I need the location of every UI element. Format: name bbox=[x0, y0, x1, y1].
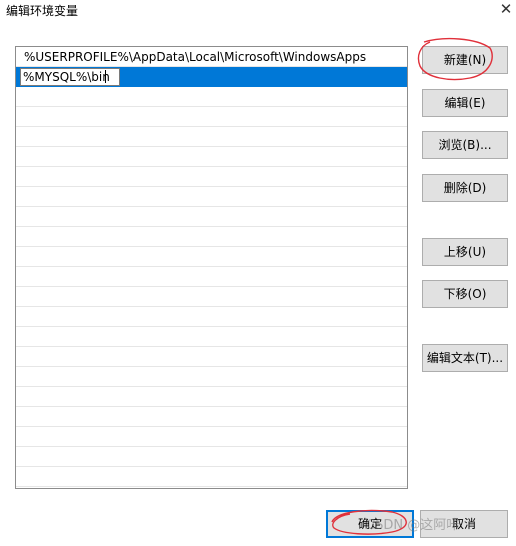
new-button[interactable]: 新建(N) bbox=[422, 46, 508, 74]
move-up-button[interactable]: 上移(U) bbox=[422, 238, 508, 266]
delete-button[interactable]: 删除(D) bbox=[422, 174, 508, 202]
empty-row bbox=[16, 127, 407, 147]
watermark: CSDN @这阿咔 bbox=[366, 518, 460, 533]
window-title: 编辑环境变量 bbox=[6, 4, 79, 18]
empty-row bbox=[16, 107, 407, 127]
empty-row bbox=[16, 467, 407, 487]
empty-row bbox=[16, 167, 407, 187]
empty-row bbox=[16, 227, 407, 247]
list-item-label: %USERPROFILE%\AppData\Local\Microsoft\Wi… bbox=[24, 50, 367, 64]
browse-button[interactable]: 浏览(B)... bbox=[422, 131, 508, 159]
empty-row bbox=[16, 347, 407, 367]
empty-row bbox=[16, 447, 407, 467]
list-item[interactable]: %USERPROFILE%\AppData\Local\Microsoft\Wi… bbox=[16, 47, 407, 67]
empty-row bbox=[16, 327, 407, 347]
close-icon[interactable]: ✕ bbox=[496, 0, 516, 20]
move-down-button[interactable]: 下移(O) bbox=[422, 280, 508, 308]
edit-text-button[interactable]: 编辑文本(T)... bbox=[422, 344, 508, 372]
empty-row bbox=[16, 427, 407, 447]
empty-row bbox=[16, 267, 407, 287]
edit-button[interactable]: 编辑(E) bbox=[422, 89, 508, 117]
list-item-selected[interactable] bbox=[16, 67, 407, 87]
empty-row bbox=[16, 87, 407, 107]
empty-row bbox=[16, 187, 407, 207]
empty-row bbox=[16, 307, 407, 327]
empty-row bbox=[16, 367, 407, 387]
empty-row bbox=[16, 407, 407, 427]
text-caret bbox=[105, 70, 106, 83]
empty-row bbox=[16, 247, 407, 267]
path-list[interactable]: %USERPROFILE%\AppData\Local\Microsoft\Wi… bbox=[15, 46, 408, 489]
empty-row bbox=[16, 287, 407, 307]
empty-row bbox=[16, 207, 407, 227]
empty-row bbox=[16, 147, 407, 167]
empty-row bbox=[16, 387, 407, 407]
